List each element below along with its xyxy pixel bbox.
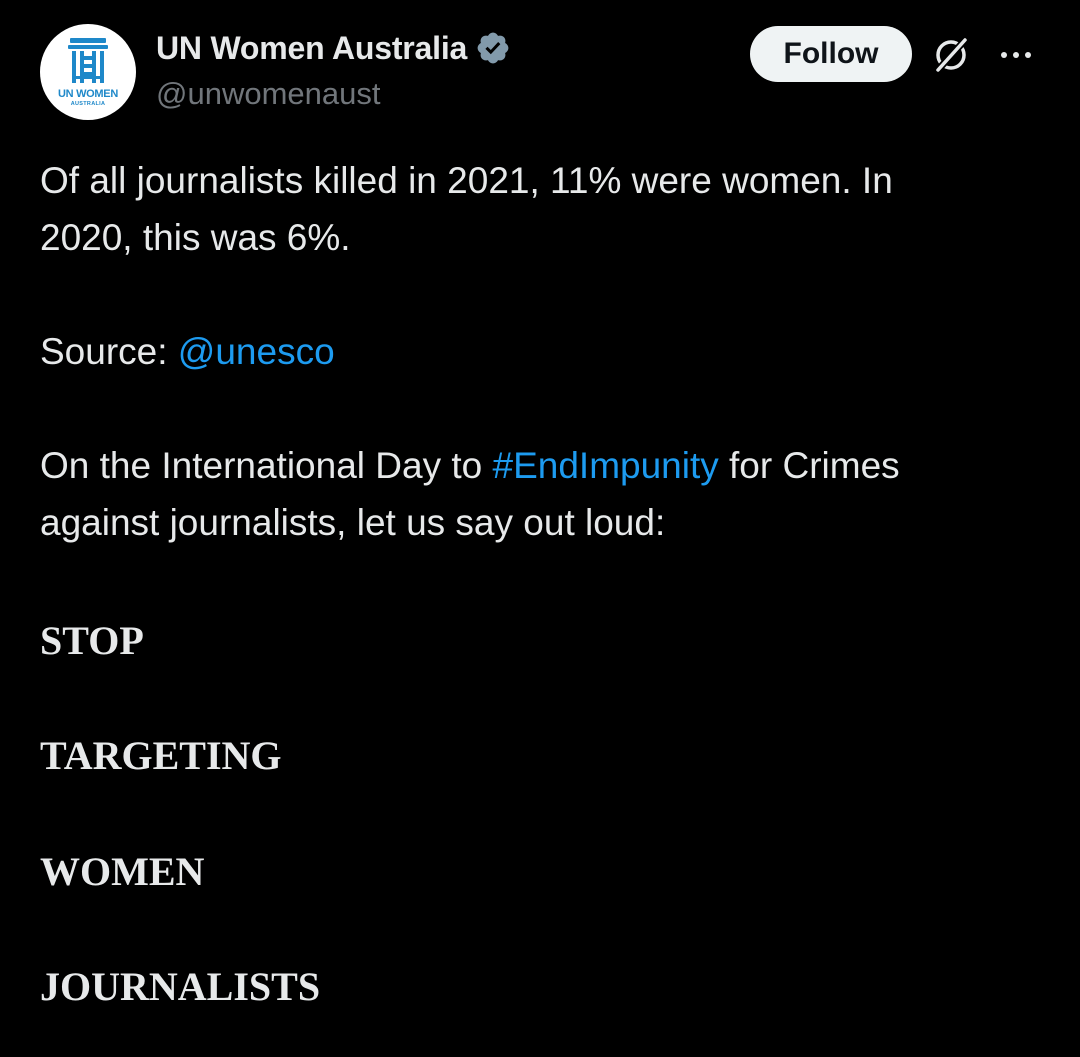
verified-badge-icon[interactable]: [475, 30, 511, 66]
author-info: UN Women Australia @unwomenaust: [156, 26, 511, 112]
tweet-text: Of all journalists killed in 2021, 11% w…: [40, 152, 1040, 551]
source-label: Source:: [40, 331, 178, 372]
follow-button[interactable]: Follow: [750, 26, 912, 82]
author-display-name[interactable]: UN Women Australia: [156, 30, 467, 67]
shout-word: JOURNALISTS: [40, 964, 321, 1009]
shout-word: WOMEN: [40, 849, 205, 894]
avatar-wordmark: UN WOMEN: [58, 88, 118, 100]
author-handle[interactable]: @unwomenaust: [156, 76, 511, 112]
shout-word: STOP: [40, 618, 144, 663]
tweet-text-segment: On the International Day to: [40, 445, 493, 486]
name-row: UN Women Australia: [156, 26, 511, 70]
hashtag-link[interactable]: #EndImpunity: [493, 445, 719, 486]
tweet-paragraph-stats: Of all journalists killed in 2021, 11% w…: [40, 152, 1040, 266]
grok-icon[interactable]: [930, 34, 972, 76]
tweet-paragraph-callout: On the International Day to #EndImpunity…: [40, 437, 1040, 551]
more-icon[interactable]: [996, 40, 1036, 70]
tweet-text-segment: for Crimes: [718, 445, 900, 486]
avatar[interactable]: UN WOMEN AUSTRALIA: [40, 24, 136, 120]
tweet-line: against journalists, let us say out loud…: [40, 502, 666, 543]
mention-link[interactable]: @unesco: [178, 331, 335, 372]
tweet-header: UN WOMEN AUSTRALIA UN Women Australia @u…: [40, 24, 1040, 120]
tweet-line: On the International Day to #EndImpunity…: [40, 437, 1040, 494]
tweet-paragraph-source: Source: @unesco: [40, 323, 1040, 380]
tweet-line: 2020, this was 6%.: [40, 217, 351, 258]
shout-word: TARGETING: [40, 733, 282, 778]
avatar-subtitle: AUSTRALIA: [70, 101, 106, 107]
tweet-line: Of all journalists killed in 2021, 11% w…: [40, 160, 893, 201]
